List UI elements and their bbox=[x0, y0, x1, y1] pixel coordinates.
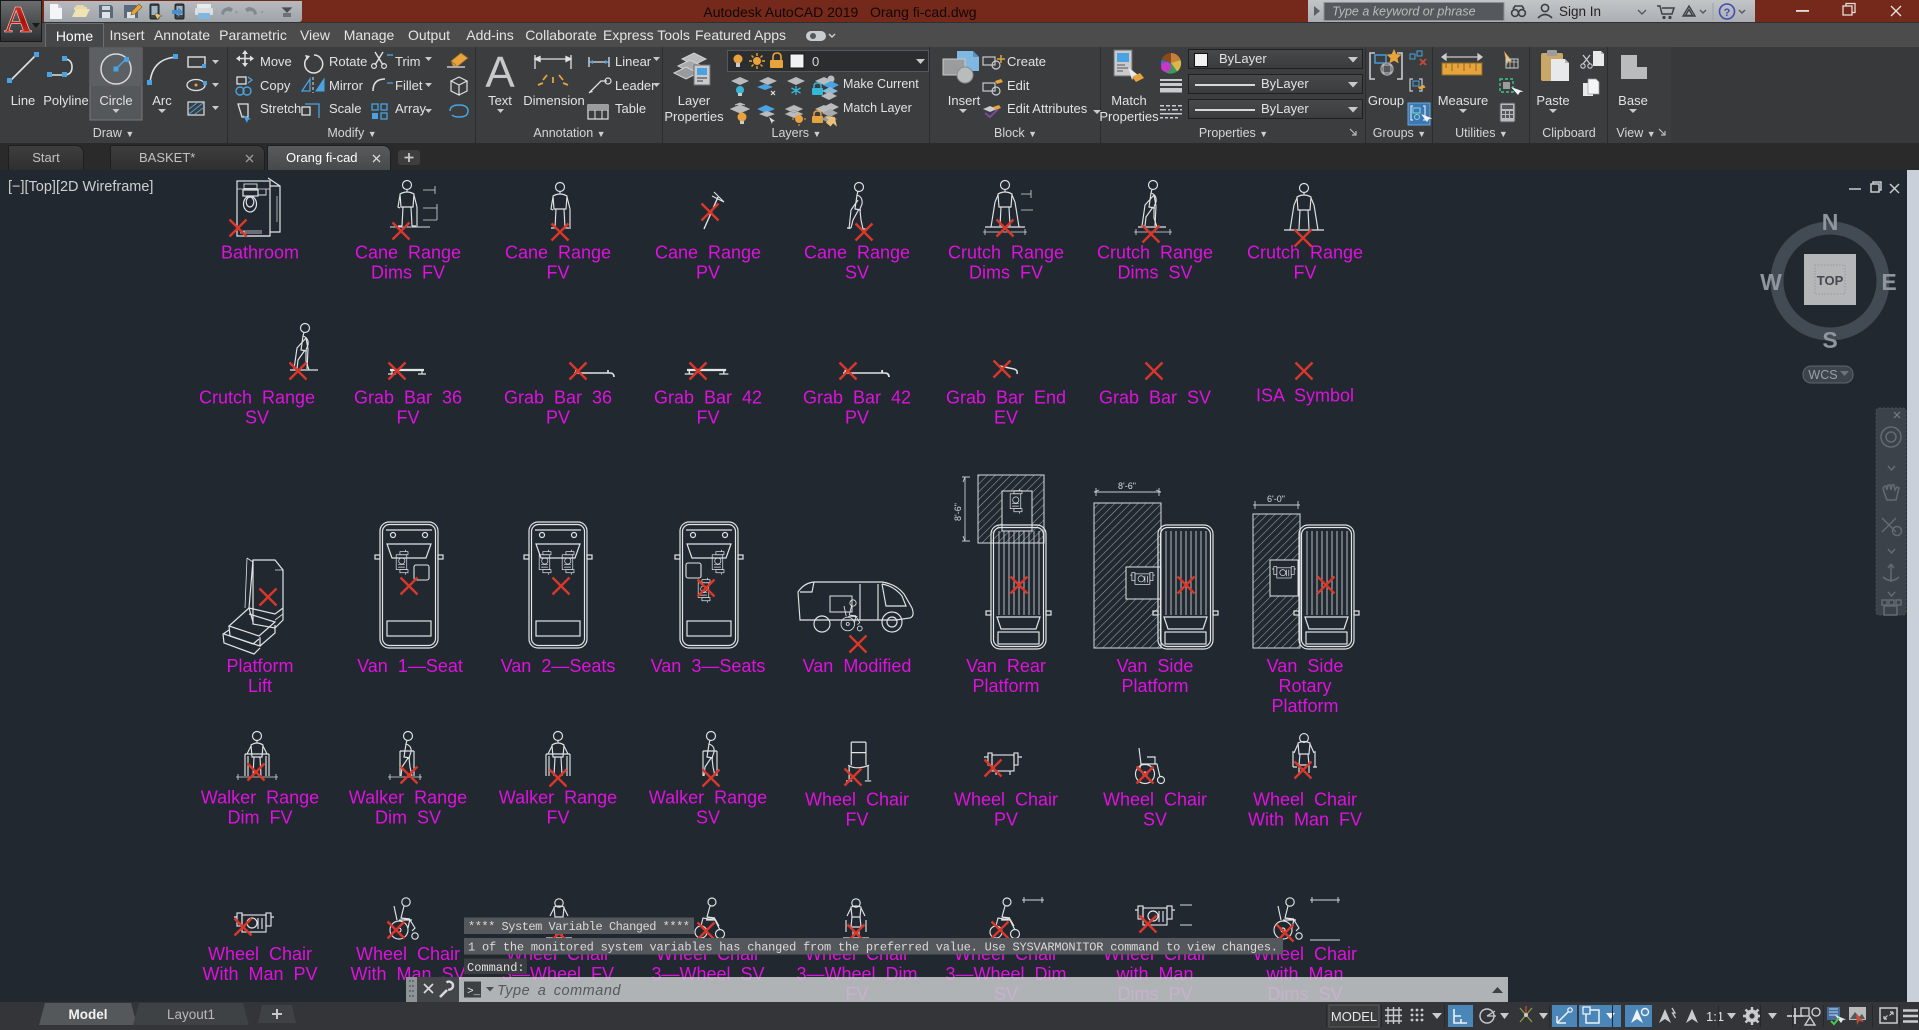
svg-text:Dims FV: Dims FV bbox=[371, 263, 445, 283]
svg-text:FV: FV bbox=[845, 810, 868, 830]
svg-text:Crutch Range: Crutch Range bbox=[948, 243, 1064, 263]
svg-text:Van Rear: Van Rear bbox=[966, 656, 1046, 676]
svg-text:Cane Range: Cane Range bbox=[505, 243, 611, 263]
svg-text:Walker Range: Walker Range bbox=[649, 788, 767, 808]
svg-text:>_: >_ bbox=[467, 986, 481, 998]
svg-text:8'-6": 8'-6" bbox=[953, 503, 963, 521]
svg-text:Platform: Platform bbox=[226, 656, 293, 676]
svg-text:With Man FV: With Man FV bbox=[1248, 810, 1362, 830]
svg-text:Command:: Command: bbox=[467, 961, 525, 975]
svg-text:Wheel Chair: Wheel Chair bbox=[1103, 790, 1207, 810]
svg-text:Dim SV: Dim SV bbox=[375, 808, 441, 828]
svg-text:[−][Top][2D Wireframe]: [−][Top][2D Wireframe] bbox=[8, 179, 153, 195]
svg-text:A: A bbox=[4, 1, 32, 41]
svg-text:Van Modified: Van Modified bbox=[803, 656, 912, 676]
svg-text:FV: FV bbox=[546, 808, 569, 828]
svg-text:SV: SV bbox=[845, 263, 869, 283]
svg-text:Walker Range: Walker Range bbox=[499, 788, 617, 808]
svg-text:Type a keyword or phrase: Type a keyword or phrase bbox=[1332, 5, 1476, 19]
svg-text:WCS: WCS bbox=[1808, 368, 1837, 382]
svg-text:Grab Bar 42: Grab Bar 42 bbox=[654, 388, 762, 408]
svg-text:Layout1: Layout1 bbox=[167, 1007, 215, 1022]
svg-text:Lift: Lift bbox=[248, 676, 272, 696]
svg-text:Wheel Chair: Wheel Chair bbox=[805, 790, 909, 810]
svg-text:Platform: Platform bbox=[972, 676, 1039, 696]
svg-text:E: E bbox=[1881, 269, 1896, 295]
svg-text:Dim FV: Dim FV bbox=[228, 808, 293, 828]
svg-text:Dims SV: Dims SV bbox=[1117, 263, 1192, 283]
svg-text:PV: PV bbox=[696, 263, 720, 283]
svg-text:PV: PV bbox=[546, 408, 570, 428]
svg-text:W: W bbox=[1760, 269, 1782, 295]
svg-text:Wheel Chair: Wheel Chair bbox=[356, 944, 460, 964]
svg-text:PV: PV bbox=[994, 810, 1018, 830]
svg-text:FV: FV bbox=[1293, 263, 1316, 283]
svg-text:Type a command: Type a command bbox=[497, 983, 621, 999]
svg-text:0: 0 bbox=[812, 54, 819, 69]
svg-text:PV: PV bbox=[845, 408, 869, 428]
svg-text:N: N bbox=[1822, 209, 1839, 235]
svg-text:FV: FV bbox=[546, 263, 569, 283]
svg-text:SV: SV bbox=[1143, 810, 1167, 830]
svg-text:MODEL: MODEL bbox=[1331, 1009, 1377, 1024]
svg-text:TOP: TOP bbox=[1817, 273, 1844, 288]
svg-text:Crutch Range: Crutch Range bbox=[199, 388, 315, 408]
svg-text:Cane Range: Cane Range bbox=[655, 243, 761, 263]
svg-text:Grab Bar SV: Grab Bar SV bbox=[1099, 388, 1211, 408]
svg-text:EV: EV bbox=[994, 408, 1018, 428]
svg-text:A: A bbox=[485, 48, 515, 97]
svg-text:1 of the monitored system vari: 1 of the monitored system variables has … bbox=[468, 941, 1278, 955]
svg-text:S: S bbox=[1822, 327, 1837, 353]
svg-text:With Man PV: With Man PV bbox=[202, 964, 317, 984]
svg-text:Cane Range: Cane Range bbox=[804, 243, 910, 263]
svg-text:Wheel Chair: Wheel Chair bbox=[1253, 790, 1357, 810]
svg-text:Wheel Chair: Wheel Chair bbox=[208, 944, 312, 964]
svg-text:?: ? bbox=[1724, 7, 1731, 19]
svg-text:Platform: Platform bbox=[1121, 676, 1188, 696]
svg-text:Van 3—Seats: Van 3—Seats bbox=[651, 656, 766, 676]
svg-text:ISA Symbol: ISA Symbol bbox=[1256, 386, 1354, 406]
svg-text:Grab Bar 36: Grab Bar 36 bbox=[504, 388, 612, 408]
svg-text:FV: FV bbox=[696, 408, 719, 428]
svg-text:Crutch Range: Crutch Range bbox=[1097, 243, 1213, 263]
svg-text:SV: SV bbox=[696, 808, 720, 828]
svg-text:Van Side: Van Side bbox=[1117, 656, 1194, 676]
svg-text:Cane Range: Cane Range bbox=[355, 243, 461, 263]
svg-text:6'-0": 6'-0" bbox=[1267, 494, 1285, 504]
svg-text:Wheel Chair: Wheel Chair bbox=[954, 790, 1058, 810]
svg-text:Van 1—Seat: Van 1—Seat bbox=[357, 656, 463, 676]
svg-text:1:1: 1:1 bbox=[1706, 1009, 1724, 1024]
svg-text:Model: Model bbox=[69, 1007, 108, 1022]
svg-text:**** System Variable Changed *: **** System Variable Changed **** bbox=[468, 920, 690, 934]
svg-text:Crutch Range: Crutch Range bbox=[1247, 243, 1363, 263]
svg-text:Platform: Platform bbox=[1271, 696, 1338, 716]
svg-text:Rotary: Rotary bbox=[1278, 676, 1331, 696]
svg-text:Dims FV: Dims FV bbox=[969, 263, 1043, 283]
svg-text:Sign In: Sign In bbox=[1559, 4, 1601, 19]
svg-text:8'-6": 8'-6" bbox=[1118, 481, 1136, 491]
svg-text:Van Side: Van Side bbox=[1267, 656, 1344, 676]
svg-text:Van 2—Seats: Van 2—Seats bbox=[501, 656, 616, 676]
svg-text:Bathroom: Bathroom bbox=[221, 243, 299, 263]
svg-text:Grab Bar End: Grab Bar End bbox=[946, 388, 1066, 408]
svg-text:SV: SV bbox=[245, 408, 269, 428]
svg-text:Grab Bar 42: Grab Bar 42 bbox=[803, 388, 911, 408]
svg-text:FV: FV bbox=[396, 408, 419, 428]
svg-text:Walker Range: Walker Range bbox=[201, 788, 319, 808]
svg-text:Grab Bar 36: Grab Bar 36 bbox=[354, 388, 462, 408]
svg-text:Walker Range: Walker Range bbox=[349, 788, 467, 808]
